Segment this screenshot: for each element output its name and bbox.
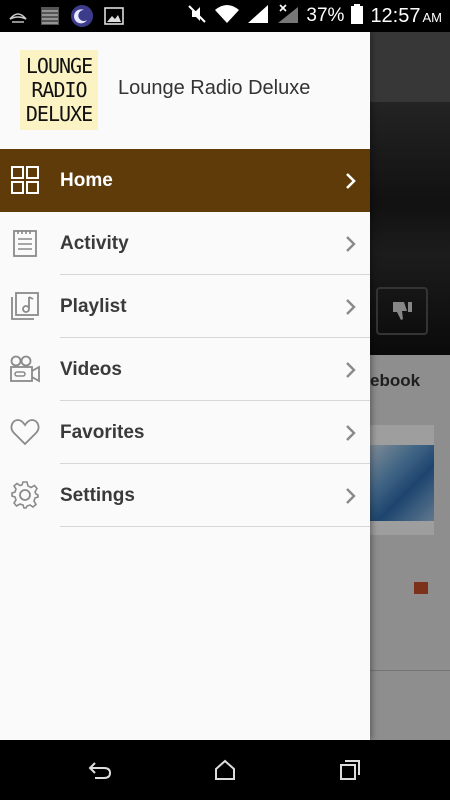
gear-icon xyxy=(9,479,41,511)
battery-icon xyxy=(350,3,364,30)
menu-item-favorites[interactable]: Favorites xyxy=(0,401,370,464)
menu-item-label: Videos xyxy=(60,359,122,380)
heart-icon xyxy=(9,416,41,448)
notification-icons xyxy=(6,4,126,28)
logo-line-2: RADIO xyxy=(31,78,87,102)
menu-item-label: Favorites xyxy=(60,422,145,443)
drawer-header: LOUNGE RADIO DELUXE Lounge Radio Deluxe xyxy=(0,32,370,149)
menu-item-activity[interactable]: Activity xyxy=(0,212,370,275)
chevron-right-icon xyxy=(346,173,356,189)
video-camera-icon xyxy=(9,353,41,385)
sandstorm-app-icon xyxy=(38,4,62,28)
moon-app-icon xyxy=(6,4,30,28)
menu-divider xyxy=(60,526,370,527)
chevron-right-icon xyxy=(346,362,356,378)
clock: 12:57 AM xyxy=(370,5,442,28)
image-icon xyxy=(102,4,126,28)
music-note-icon xyxy=(9,290,41,322)
navigation-drawer: LOUNGE RADIO DELUXE Lounge Radio Deluxe … xyxy=(0,32,370,740)
chevron-right-icon xyxy=(346,488,356,504)
status-bar: 37% 12:57 AM xyxy=(0,0,450,32)
recents-button[interactable] xyxy=(336,756,364,784)
logo-line-3: DELUXE xyxy=(25,102,93,126)
wifi-icon xyxy=(214,3,240,30)
notepad-icon xyxy=(9,227,41,259)
drawer-scrim[interactable] xyxy=(370,32,450,740)
recents-icon xyxy=(340,760,360,780)
menu-item-label: Home xyxy=(60,170,113,191)
back-button[interactable] xyxy=(86,756,114,784)
home-button[interactable] xyxy=(211,756,239,784)
clock-ampm: AM xyxy=(422,9,443,25)
menu-item-playlist[interactable]: Playlist xyxy=(0,275,370,338)
system-nav-bar xyxy=(0,740,450,800)
menu-item-settings[interactable]: Settings xyxy=(0,464,370,527)
menu-item-home[interactable]: Home xyxy=(0,149,370,212)
chevron-right-icon xyxy=(346,425,356,441)
signal-icon xyxy=(246,3,270,30)
background-app-content[interactable]: ebook xyxy=(370,32,450,740)
mute-icon xyxy=(186,3,208,30)
grid-icon xyxy=(9,164,41,196)
drawer-menu: Home Activity Playlist Videos Favorites … xyxy=(0,149,370,527)
app-logo: LOUNGE RADIO DELUXE xyxy=(20,50,98,130)
clock-time: 12:57 xyxy=(370,4,421,27)
chevron-right-icon xyxy=(346,236,356,252)
chevron-right-icon xyxy=(346,299,356,315)
menu-item-label: Settings xyxy=(60,485,135,506)
battery-percent: 37% xyxy=(306,5,345,26)
back-icon xyxy=(88,762,112,779)
logo-line-1: LOUNGE xyxy=(25,54,93,78)
menu-item-videos[interactable]: Videos xyxy=(0,338,370,401)
system-status: 37% 12:57 AM xyxy=(186,0,442,32)
night-mode-app-icon xyxy=(70,4,94,28)
menu-item-label: Activity xyxy=(60,233,129,254)
app-name: Lounge Radio Deluxe xyxy=(118,77,311,99)
home-icon xyxy=(215,759,235,780)
menu-item-label: Playlist xyxy=(60,296,127,317)
signal-no-service-icon xyxy=(276,3,300,30)
